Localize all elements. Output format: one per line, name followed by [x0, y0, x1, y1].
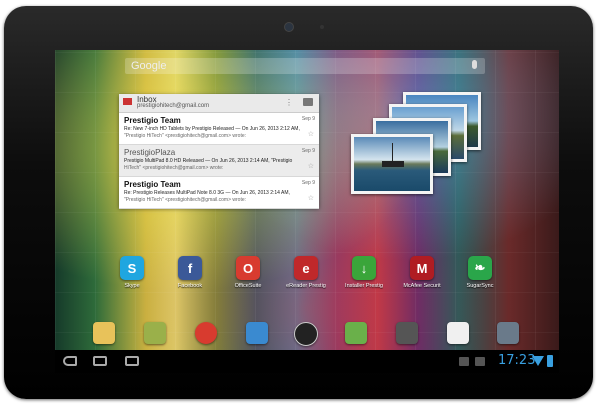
app-installer[interactable]: ↓ Installer Prestig: [335, 256, 393, 289]
app-label: Skype: [124, 283, 140, 289]
app-shortcuts-row: S Skype f Facebook O OfficeSuite e eRead…: [55, 256, 559, 306]
email-icon[interactable]: [93, 322, 115, 344]
gallery-photo: [351, 134, 433, 194]
battery-icon: [547, 355, 553, 367]
mail-date: Sep 9: [301, 116, 315, 122]
system-navigation-bar: 17:23: [55, 350, 559, 373]
maps-icon[interactable]: [345, 322, 367, 344]
app-label: SugarSync: [466, 283, 494, 289]
mail-item[interactable]: Prestigio Team Sep 9 Re: New 7-inch HD T…: [119, 113, 319, 145]
menu-icon[interactable]: ⋮: [285, 98, 293, 107]
skype-icon: S: [120, 256, 144, 280]
camera-icon[interactable]: [497, 322, 519, 344]
tablet-frame: Google Inbox prestigiohitech@gmail.com ⋮…: [4, 6, 593, 399]
mail-snippet: HiTech" <prestigiohitech@gmail.com> wrot…: [124, 165, 224, 171]
app-label: eReader Prestig: [286, 283, 326, 289]
wifi-icon: [532, 356, 544, 366]
gallery-icon[interactable]: [144, 322, 166, 344]
mail-snippet: "Prestigio HiTech" <prestigiohitech@gmai…: [124, 133, 247, 139]
gmail-widget-header: Inbox prestigiohitech@gmail.com ⋮: [119, 94, 319, 113]
app-label: Facebook: [177, 283, 203, 289]
mail-subject: Prestigio MultiPad 8.0 HD Released — On …: [124, 158, 293, 164]
ereader-icon: e: [294, 256, 318, 280]
gmail-account: prestigiohitech@gmail.com: [137, 103, 210, 109]
mail-item[interactable]: PrestigioPlaza Sep 9 Prestigio MultiPad …: [119, 145, 319, 177]
mail-sender: Prestigio Team: [124, 116, 181, 125]
mail-sender: PrestigioPlaza: [124, 148, 176, 157]
light-sensor: [320, 25, 324, 29]
star-icon[interactable]: ☆: [308, 194, 314, 202]
play-store-icon[interactable]: [447, 322, 469, 344]
app-label: McAfee Securit: [403, 283, 441, 289]
mail-sender: Prestigio Team: [124, 180, 181, 189]
notification-icon[interactable]: [475, 357, 485, 366]
mic-icon[interactable]: [472, 60, 477, 69]
gmail-widget[interactable]: Inbox prestigiohitech@gmail.com ⋮ Presti…: [119, 94, 319, 209]
mail-subject: Re: New 7-inch HD Tablets by Prestigio R…: [124, 126, 300, 132]
dock: [55, 318, 559, 348]
video-icon[interactable]: [396, 322, 418, 344]
app-label: OfficeSuite: [234, 283, 262, 289]
all-apps-icon[interactable]: [294, 322, 318, 346]
boat-mast: [392, 143, 393, 161]
app-label: Installer Prestig: [345, 283, 383, 289]
app-ereader[interactable]: e eReader Prestig: [277, 256, 335, 289]
status-clock[interactable]: 17:23: [498, 353, 535, 368]
home-icon[interactable]: [93, 356, 107, 366]
app-officesuite[interactable]: O OfficeSuite: [219, 256, 277, 289]
mcafee-icon: M: [410, 256, 434, 280]
mail-date: Sep 9: [301, 148, 315, 154]
mail-subject: Re: Prestigio Releases MultiPad Note 8.0…: [124, 190, 290, 196]
home-screen: Google Inbox prestigiohitech@gmail.com ⋮…: [55, 50, 559, 373]
back-icon[interactable]: [63, 356, 77, 366]
officesuite-icon: O: [236, 256, 260, 280]
app-sugarsync[interactable]: ❧ SugarSync: [451, 256, 509, 289]
app-skype[interactable]: S Skype: [103, 256, 161, 289]
star-icon[interactable]: ☆: [308, 130, 314, 138]
gmail-icon: [123, 98, 132, 105]
app-mcafee[interactable]: M McAfee Securit: [393, 256, 451, 289]
app-facebook[interactable]: f Facebook: [161, 256, 219, 289]
mail-item[interactable]: Prestigio Team Sep 9 Re: Prestigio Relea…: [119, 177, 319, 209]
google-search-bar[interactable]: Google: [125, 58, 485, 74]
mail-snippet: "Prestigio HiTech" <prestigiohitech@gmai…: [124, 197, 247, 203]
mail-date: Sep 9: [301, 180, 315, 186]
boat: [382, 161, 404, 167]
installer-icon: ↓: [352, 256, 376, 280]
front-camera: [284, 22, 294, 32]
sugarsync-icon: ❧: [468, 256, 492, 280]
market-icon[interactable]: [246, 322, 268, 344]
recent-apps-icon[interactable]: [125, 356, 139, 366]
photo-gallery-widget[interactable]: [345, 90, 495, 215]
star-icon[interactable]: ☆: [308, 162, 314, 170]
compose-icon[interactable]: [303, 98, 313, 106]
notification-icon[interactable]: [459, 357, 469, 366]
facebook-icon: f: [178, 256, 202, 280]
chrome-icon[interactable]: [195, 322, 217, 344]
search-placeholder[interactable]: Google: [131, 60, 166, 72]
